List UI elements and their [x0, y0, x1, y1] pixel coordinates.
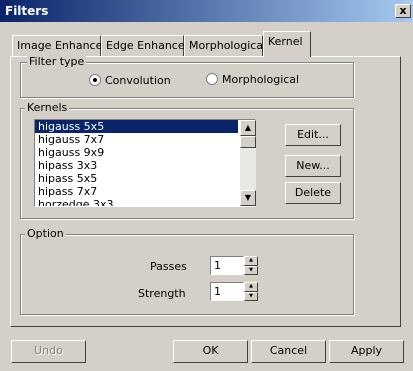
passes-input[interactable]: 1	[210, 256, 244, 275]
close-button[interactable]: x	[395, 4, 411, 18]
kernels-listbox[interactable]: higauss 5x5 higauss 7x7 higauss 9x9 hipa…	[34, 119, 256, 207]
title-bar: Filters x	[0, 0, 413, 22]
kernels-label: Kernels	[25, 101, 70, 114]
cancel-button[interactable]: Cancel	[251, 340, 326, 363]
list-item[interactable]: higauss 5x5	[35, 120, 238, 133]
filter-type-label: Filter type	[27, 55, 87, 68]
tab-label: Morphological	[189, 39, 267, 52]
list-item[interactable]: hipass 3x3	[35, 159, 255, 172]
tab-label: Image Enhance	[17, 39, 103, 52]
ok-button[interactable]: OK	[173, 340, 248, 363]
tab-morphological[interactable]: Morphological	[184, 35, 267, 56]
morphological-label: Morphological	[222, 73, 300, 86]
scroll-up-button[interactable]: ▲	[240, 120, 256, 136]
apply-button[interactable]: Apply	[329, 340, 404, 363]
option-label: Option	[25, 227, 66, 240]
radio-dot	[93, 78, 97, 82]
tab-kernel[interactable]: Kernel	[263, 31, 311, 57]
passes-down-button[interactable]: ▼	[244, 266, 258, 275]
tab-image-enhance[interactable]: Image Enhance	[12, 35, 103, 56]
edit-button[interactable]: Edit...	[285, 124, 341, 146]
convolution-radio[interactable]	[89, 74, 101, 86]
option-group: Option	[20, 227, 354, 315]
list-item[interactable]: hipass 7x7	[35, 185, 255, 198]
delete-button[interactable]: Delete	[285, 182, 341, 204]
kernels-scrollbar[interactable]: ▲ ▼	[240, 120, 256, 206]
scroll-down-button[interactable]: ▼	[240, 190, 256, 206]
morphological-radio[interactable]	[206, 73, 218, 85]
new-button[interactable]: New...	[285, 155, 341, 177]
passes-up-button[interactable]: ▲	[244, 256, 258, 266]
close-icon: x	[399, 4, 407, 17]
list-item[interactable]: hipass 5x5	[35, 172, 255, 185]
tab-label: Edge Enhance	[106, 39, 185, 52]
passes-label: Passes	[150, 260, 187, 273]
strength-up-button[interactable]: ▲	[244, 282, 258, 292]
list-item[interactable]: horzedge 3x3	[35, 198, 255, 206]
convolution-label: Convolution	[105, 74, 171, 87]
strength-down-button[interactable]: ▼	[244, 292, 258, 301]
strength-label: Strength	[138, 287, 186, 300]
window-title: Filters	[5, 4, 49, 18]
undo-button[interactable]: Undo	[11, 340, 86, 363]
list-item[interactable]: higauss 9x9	[35, 146, 255, 159]
tab-label: Kernel	[268, 35, 303, 48]
list-item[interactable]: higauss 7x7	[35, 133, 255, 146]
scroll-thumb[interactable]	[240, 136, 256, 148]
strength-input[interactable]: 1	[210, 282, 244, 301]
tab-edge-enhance[interactable]: Edge Enhance	[101, 35, 185, 56]
filter-type-group: Filter type	[20, 55, 354, 98]
